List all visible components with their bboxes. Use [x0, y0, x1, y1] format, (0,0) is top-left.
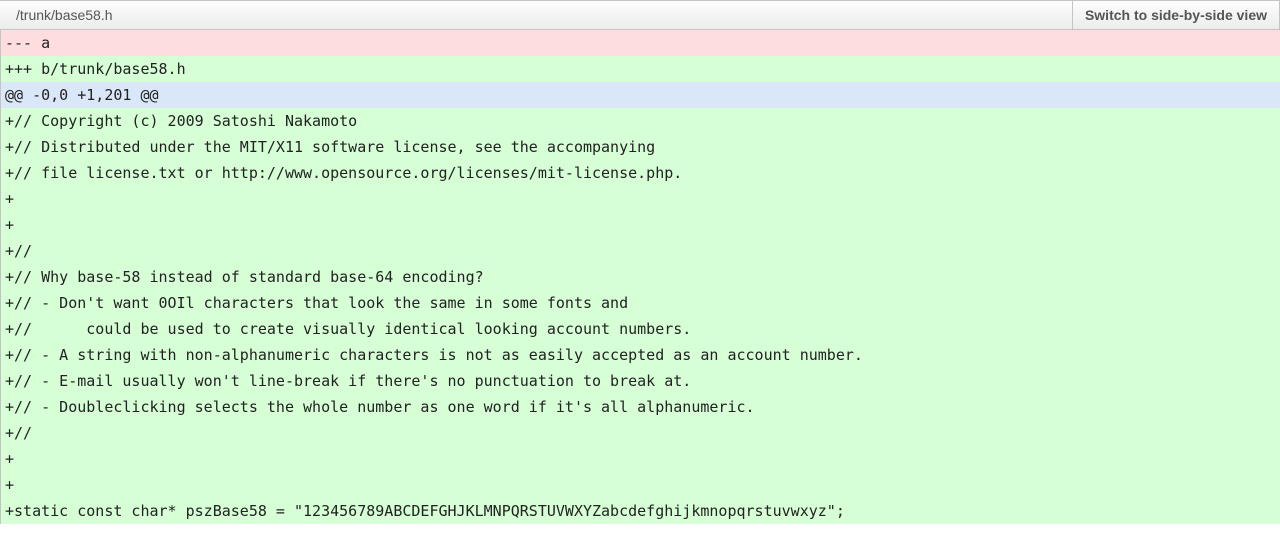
- diff-line: +: [1, 446, 1280, 472]
- diff-viewer: --- a+++ b/trunk/base58.h@@ -0,0 +1,201 …: [0, 30, 1280, 524]
- diff-line: +: [1, 186, 1280, 212]
- diff-line: +// Distributed under the MIT/X11 softwa…: [1, 134, 1280, 160]
- diff-line: +// Copyright (c) 2009 Satoshi Nakamoto: [1, 108, 1280, 134]
- diff-line: +// - A string with non-alphanumeric cha…: [1, 342, 1280, 368]
- diff-line: +//: [1, 238, 1280, 264]
- diff-line: +// Why base-58 instead of standard base…: [1, 264, 1280, 290]
- diff-line: +// - E-mail usually won't line-break if…: [1, 368, 1280, 394]
- diff-line: +// - Don't want 0OIl characters that lo…: [1, 290, 1280, 316]
- diff-line: +// - Doubleclicking selects the whole n…: [1, 394, 1280, 420]
- diff-line: +: [1, 472, 1280, 498]
- diff-line: +//: [1, 420, 1280, 446]
- diff-line: @@ -0,0 +1,201 @@: [1, 82, 1280, 108]
- switch-view-button[interactable]: Switch to side-by-side view: [1073, 1, 1279, 29]
- diff-line: +++ b/trunk/base58.h: [1, 56, 1280, 82]
- diff-line: +static const char* pszBase58 = "1234567…: [1, 498, 1280, 524]
- diff-line: +// file license.txt or http://www.opens…: [1, 160, 1280, 186]
- diff-header-bar: /trunk/base58.h Switch to side-by-side v…: [0, 0, 1280, 30]
- diff-line: --- a: [1, 30, 1280, 56]
- diff-line: +// could be used to create visually ide…: [1, 316, 1280, 342]
- diff-line: +: [1, 212, 1280, 238]
- file-path: /trunk/base58.h: [0, 1, 1073, 29]
